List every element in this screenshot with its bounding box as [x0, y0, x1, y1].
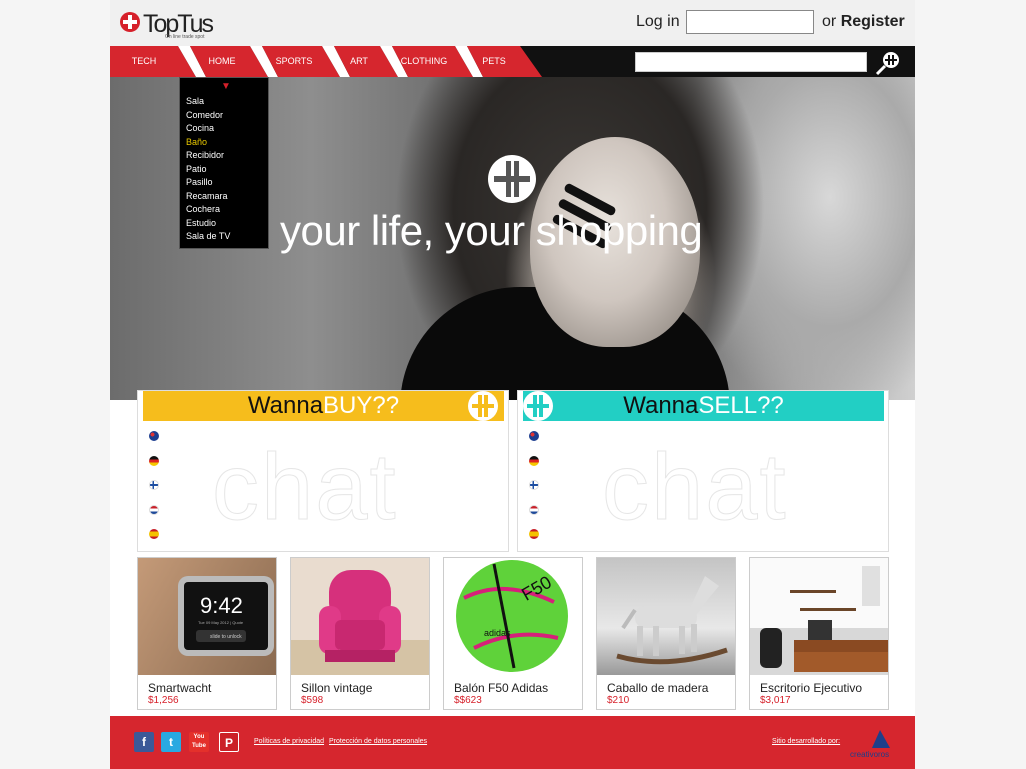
product-name: Caballo de madera	[607, 681, 709, 695]
wanna-buy-header[interactable]: WannaBUY??	[143, 391, 504, 421]
dev-logo-text: creativoros	[850, 750, 889, 759]
home-dropdown-menu: ▼ Sala Comedor Cocina Baño Recibidor Pat…	[179, 77, 269, 249]
dropdown-item[interactable]: Estudio	[186, 217, 230, 231]
data-protection-link[interactable]: Protección de datos personales	[329, 738, 427, 745]
spain-flag-icon[interactable]	[149, 529, 159, 539]
finland-flag-icon[interactable]	[149, 480, 159, 490]
netherlands-flag-icon[interactable]	[529, 504, 539, 515]
wanna-sell-panel: WannaSELL?? chat	[517, 390, 889, 552]
nav-art[interactable]: ART	[344, 46, 374, 77]
chat-watermark: chat	[602, 434, 788, 540]
product-price: $$623	[454, 695, 482, 706]
logo[interactable]: TopTus On line trade spot	[120, 12, 214, 40]
chat-watermark: chat	[212, 434, 398, 540]
youtube-icon[interactable]: You Tube	[189, 732, 209, 752]
product-name: Smartwacht	[148, 681, 212, 695]
page: TopTus On line trade spot Log in or Regi…	[110, 0, 915, 769]
nav-pets[interactable]: PETS	[478, 46, 510, 77]
dropdown-item[interactable]: Pasillo	[186, 176, 230, 190]
australia-flag-icon[interactable]	[149, 431, 159, 441]
dropdown-item[interactable]: Sala	[186, 95, 230, 109]
germany-flag-icon[interactable]	[149, 455, 159, 466]
search-input[interactable]	[635, 52, 867, 72]
product-name: Balón F50 Adidas	[454, 681, 549, 695]
search-icon[interactable]	[874, 50, 902, 76]
main-nav: TECH HOME SPORTS ART CLOTHING PETS	[110, 46, 915, 77]
dropdown-item-active[interactable]: Baño	[186, 136, 230, 150]
product-card-smartwatch[interactable]: 9:42 Tue 09 May 2012 | Quote slide to un…	[137, 557, 277, 710]
toptus-buy-icon	[468, 391, 498, 421]
product-price: $1,256	[148, 695, 179, 706]
wanna-buy-panel: WannaBUY?? chat	[137, 390, 509, 552]
caret-down-icon: ▼	[221, 81, 231, 92]
login-label: Log in	[636, 13, 680, 30]
product-name: Sillon vintage	[301, 681, 373, 695]
nav-home[interactable]: HOME	[202, 46, 242, 77]
register-link[interactable]: or Register	[822, 13, 905, 31]
product-card-ball[interactable]: F50 adidas Balón F50 Adidas $$623	[443, 557, 583, 710]
developer-credit-link[interactable]: Sitio desarrollado por:	[772, 738, 840, 745]
ball-brand: adidas	[484, 628, 511, 638]
product-name: Escritorio Ejecutivo	[760, 681, 863, 695]
dropdown-item[interactable]: Recibidor	[186, 149, 230, 163]
header: TopTus On line trade spot Log in or Regi…	[110, 0, 915, 46]
rocking-horse-image	[597, 558, 735, 675]
product-card-armchair[interactable]: Sillon vintage $598	[290, 557, 430, 710]
dropdown-item[interactable]: Recamara	[186, 190, 230, 204]
pinterest-icon[interactable]: P	[219, 732, 239, 752]
register-prefix: or	[822, 13, 837, 30]
desk-image	[750, 558, 888, 675]
toptus-logo-icon	[120, 12, 140, 32]
watch-unlock: slide to unlock	[210, 634, 242, 640]
toptus-hero-logo-icon	[488, 155, 536, 203]
netherlands-flag-icon[interactable]	[149, 504, 159, 515]
hero-tagline: your life, your shopping	[280, 207, 703, 254]
product-price: $598	[301, 695, 324, 706]
watch-date: Tue 09 May 2012 | Quote	[198, 620, 244, 625]
twitter-icon[interactable]: t	[161, 732, 181, 752]
watch-time: 9:42	[200, 593, 243, 618]
spain-flag-icon[interactable]	[529, 529, 539, 539]
dropdown-item[interactable]: Patio	[186, 163, 230, 177]
product-price: $3,017	[760, 695, 791, 706]
dropdown-item[interactable]: Cochera	[186, 203, 230, 217]
armchair-image	[291, 558, 429, 675]
nav-tech[interactable]: TECH	[124, 46, 164, 77]
dropdown-item[interactable]: Sala de TV	[186, 230, 230, 244]
nav-sports[interactable]: SPORTS	[272, 46, 316, 77]
toptus-sell-icon	[523, 391, 553, 421]
wanna-sell-header[interactable]: WannaSELL??	[523, 391, 884, 421]
creativoros-logo[interactable]: creativoros	[850, 728, 896, 760]
finland-flag-icon[interactable]	[529, 480, 539, 490]
product-price: $210	[607, 695, 630, 706]
nav-clothing[interactable]: CLOTHING	[400, 46, 448, 77]
login-input[interactable]	[686, 10, 814, 34]
product-card-desk[interactable]: Escritorio Ejecutivo $3,017	[749, 557, 889, 710]
facebook-icon[interactable]: f	[134, 732, 154, 752]
footer: f t You Tube P Políticas de privacidad P…	[110, 716, 915, 769]
privacy-policy-link[interactable]: Políticas de privacidad	[254, 738, 324, 745]
smartwatch-image: 9:42 Tue 09 May 2012 | Quote slide to un…	[138, 558, 276, 675]
soccer-ball-image: F50 adidas	[444, 558, 582, 675]
dropdown-item[interactable]: Comedor	[186, 109, 230, 123]
dropdown-item[interactable]: Cocina	[186, 122, 230, 136]
product-card-rocking-horse[interactable]: Caballo de madera $210	[596, 557, 736, 710]
register-label[interactable]: Register	[841, 13, 905, 30]
germany-flag-icon[interactable]	[529, 455, 539, 466]
australia-flag-icon[interactable]	[529, 431, 539, 441]
